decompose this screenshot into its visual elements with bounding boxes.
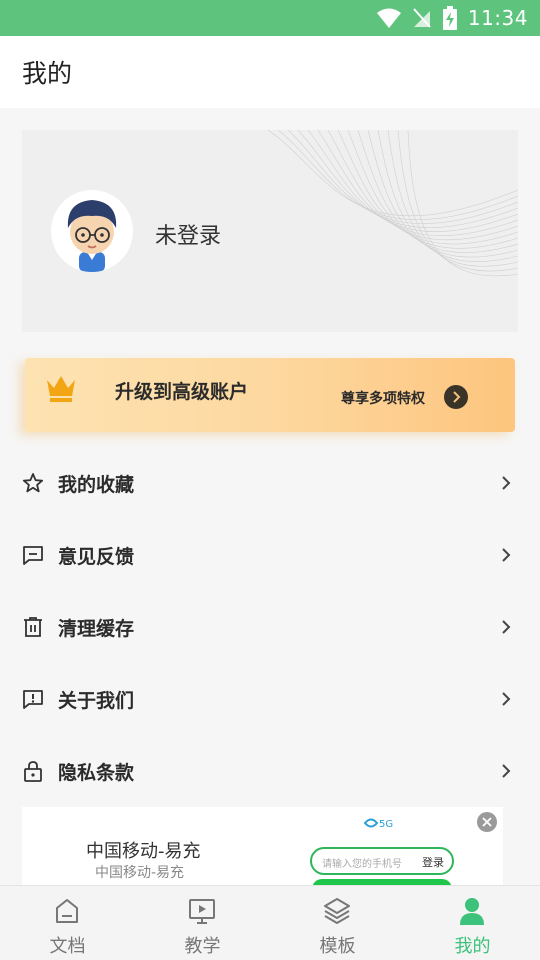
wifi-icon: [376, 8, 401, 28]
nav-label: 我的: [454, 936, 491, 957]
menu-item-feedback[interactable]: 意见反馈: [0, 519, 540, 591]
status-time: 11:34: [467, 6, 528, 30]
chevron-right-icon: [502, 548, 511, 562]
no-signal-icon: [413, 8, 431, 28]
wave-pattern: [268, 130, 518, 277]
upgrade-subtitle: 尊享多项特权: [341, 391, 425, 407]
upgrade-arrow-button[interactable]: [444, 385, 468, 409]
menu-item-clear-cache[interactable]: 清理缓存: [0, 591, 540, 663]
upgrade-banner[interactable]: 升级到高级账户 尊享多项特权: [25, 358, 515, 432]
bottom-navigation: 文档 教学 模板 我的: [0, 885, 540, 960]
upgrade-title: 升级到高级账户: [115, 381, 249, 403]
crown-icon: [47, 376, 75, 402]
close-icon: [482, 817, 492, 827]
profile-card[interactable]: 未登录: [22, 130, 518, 332]
chevron-right-icon: [502, 692, 511, 706]
layers-icon: [324, 898, 350, 924]
phone-input-placeholder: 请输入您的手机号: [322, 859, 402, 870]
ad-login-button[interactable]: 登录: [422, 854, 444, 870]
nav-label: 教学: [184, 936, 221, 957]
app-bar: 我的: [0, 36, 540, 108]
ad-subtitle: 中国移动-易充: [95, 865, 185, 881]
nav-tab-documents[interactable]: 文档: [0, 886, 135, 960]
menu-label: 我的收藏: [58, 474, 135, 496]
document-icon: [56, 899, 78, 923]
cartoon-avatar-icon: [67, 200, 117, 272]
chevron-right-icon: [453, 391, 461, 403]
ad-banner[interactable]: 中国移动-易充 中国移动-易充 5G 请输入您的手机号 登录: [22, 807, 503, 887]
chevron-right-icon: [502, 764, 511, 778]
close-ad-button[interactable]: [477, 812, 497, 832]
teaching-icon: [189, 899, 215, 924]
phone-input[interactable]: 请输入您的手机号 登录: [310, 847, 454, 875]
menu-label: 隐私条款: [58, 762, 135, 784]
nav-tab-mine[interactable]: 我的: [405, 886, 540, 960]
menu-item-about[interactable]: 关于我们: [0, 663, 540, 735]
person-icon: [460, 898, 484, 925]
info-icon: [23, 690, 43, 709]
status-icons: 11:34: [376, 0, 528, 36]
menu-item-favorites[interactable]: 我的收藏: [0, 447, 540, 519]
settings-menu: 我的收藏 意见反馈 清理缓存 关于我们 隐私条款: [0, 447, 540, 807]
star-icon: [22, 473, 44, 493]
nav-label: 模板: [319, 936, 356, 957]
page-title: 我的: [22, 59, 73, 88]
battery-charging-icon: [442, 6, 457, 30]
feedback-icon: [23, 546, 43, 565]
menu-item-privacy[interactable]: 隐私条款: [0, 735, 540, 807]
nav-tab-templates[interactable]: 模板: [270, 886, 405, 960]
avatar[interactable]: [51, 190, 133, 272]
nav-tab-teaching[interactable]: 教学: [135, 886, 270, 960]
trash-icon: [24, 617, 42, 637]
menu-label: 关于我们: [58, 690, 135, 712]
china-mobile-5g-logo: 5G: [363, 818, 393, 830]
menu-label: 清理缓存: [58, 618, 135, 640]
login-status-text[interactable]: 未登录: [155, 218, 221, 250]
chevron-right-icon: [502, 620, 511, 634]
lock-icon: [24, 761, 42, 782]
status-bar: 11:34: [0, 0, 540, 36]
menu-label: 意见反馈: [58, 546, 135, 568]
logo-text: 5G: [379, 819, 393, 830]
chevron-right-icon: [502, 476, 511, 490]
ad-title: 中国移动-易充: [86, 841, 201, 862]
nav-label: 文档: [49, 936, 86, 957]
